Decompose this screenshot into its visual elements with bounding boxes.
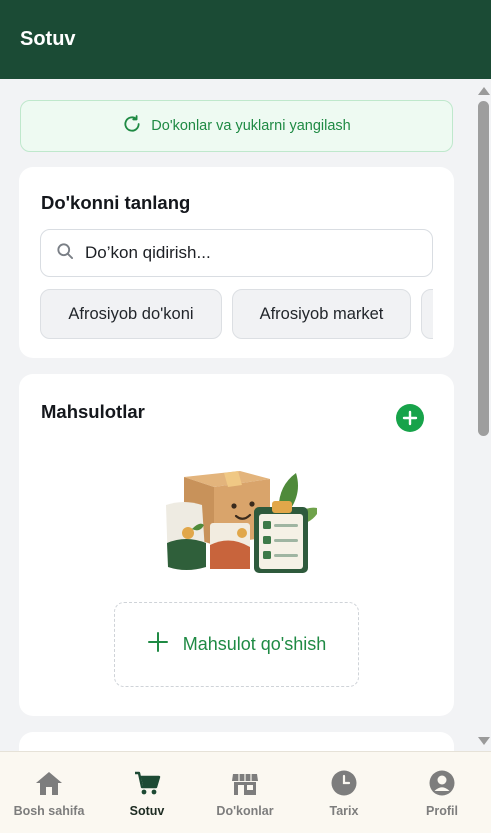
refresh-icon <box>122 114 142 138</box>
add-product-label: Mahsulot qo'shish <box>182 634 327 654</box>
shop-chip[interactable]: Afrosiyob market <box>232 289 411 339</box>
user-icon <box>429 770 455 796</box>
plus-icon <box>147 631 169 658</box>
content-scroll-area[interactable]: Do'konlar va yuklarni yangilash Do'konni… <box>0 79 491 751</box>
nav-label: Do'konlar <box>216 804 274 818</box>
nav-item-sotuv[interactable]: Sotuv <box>98 752 196 833</box>
scrollbar[interactable] <box>476 79 491 751</box>
app-header: Sotuv <box>0 0 491 79</box>
empty-products-illustration <box>166 471 317 573</box>
clock-icon <box>331 770 357 796</box>
next-card <box>19 732 454 751</box>
bottom-nav: Bosh sahifa Sotuv Do'konlar Tarix Profil <box>0 751 491 833</box>
shop-chip-list: Afrosiyob do'koni Afrosiyob market <box>40 289 433 339</box>
scroll-up-arrow[interactable] <box>478 87 490 95</box>
cart-icon <box>135 771 161 795</box>
shop-chip[interactable] <box>421 289 433 339</box>
page-title: Sotuv <box>20 28 76 50</box>
home-icon <box>36 772 62 795</box>
shop-select-card: Do'konni tanlang Afrosiyob do'koni Afros… <box>19 167 454 358</box>
store-icon <box>232 774 258 795</box>
refresh-label: Do'konlar va yuklarni yangilash <box>151 118 351 134</box>
shop-chip[interactable]: Afrosiyob do'koni <box>40 289 222 339</box>
scroll-thumb[interactable] <box>478 101 489 436</box>
nav-item-profile[interactable]: Profil <box>393 752 491 833</box>
shop-select-title: Do'konni tanlang <box>41 192 191 213</box>
scroll-down-arrow[interactable] <box>478 737 490 745</box>
refresh-button[interactable]: Do'konlar va yuklarni yangilash <box>20 100 453 152</box>
shop-search-box[interactable] <box>40 229 433 277</box>
products-title: Mahsulotlar <box>41 401 145 422</box>
nav-label: Sotuv <box>129 804 165 818</box>
nav-label: Bosh sahifa <box>13 804 85 818</box>
shop-search-input[interactable] <box>85 243 405 263</box>
add-product-circle-button[interactable] <box>396 404 424 432</box>
nav-label: Profil <box>426 804 458 818</box>
nav-item-home[interactable]: Bosh sahifa <box>0 752 98 833</box>
nav-item-stores[interactable]: Do'konlar <box>196 752 294 833</box>
products-card: Mahsulotlar Mahsulot qo'shish <box>19 374 454 716</box>
nav-label: Tarix <box>329 804 359 818</box>
search-icon <box>55 241 75 266</box>
add-product-button[interactable]: Mahsulot qo'shish <box>114 602 359 687</box>
plus-icon <box>402 410 418 426</box>
nav-item-history[interactable]: Tarix <box>295 752 393 833</box>
